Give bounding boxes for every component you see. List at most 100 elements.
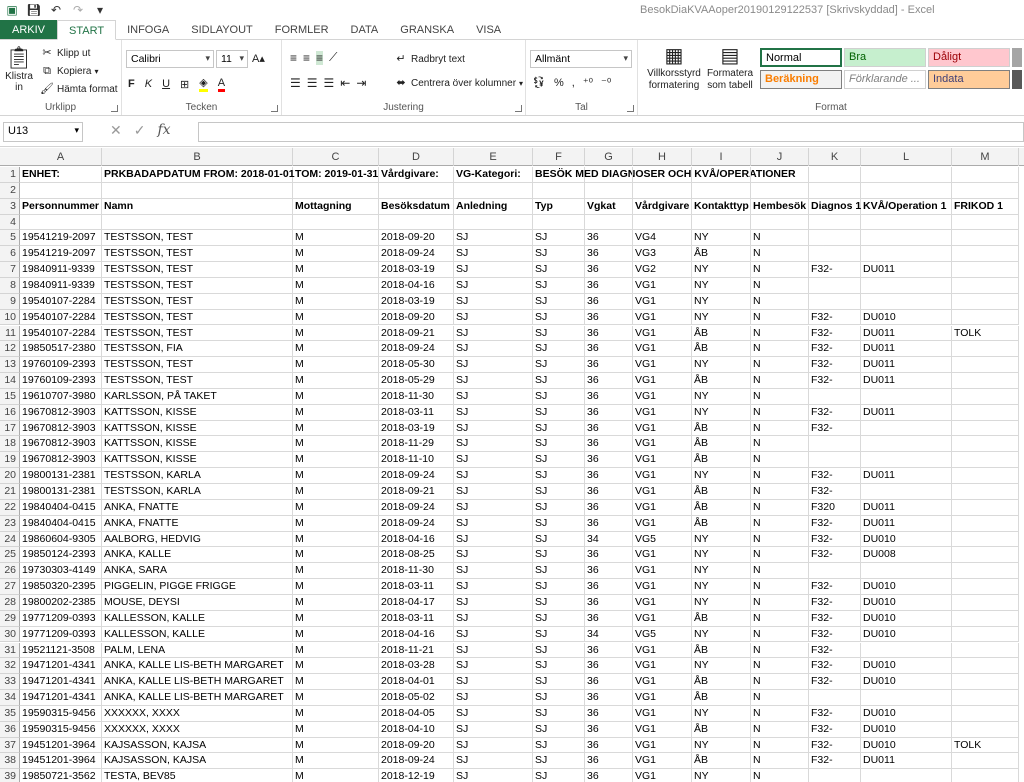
column-header-f[interactable]: F — [533, 148, 585, 166]
cell-c24[interactable]: M — [293, 531, 379, 548]
row-header[interactable]: 23 — [0, 515, 20, 532]
cell-h18[interactable]: VG1 — [633, 436, 692, 453]
cell-f35[interactable]: SJ — [533, 705, 585, 722]
cell-j14[interactable]: N — [751, 373, 809, 389]
cell-m33[interactable] — [952, 674, 1019, 691]
align-bottom-icon[interactable]: ≡ — [316, 50, 324, 65]
cell-c22[interactable]: M — [293, 499, 379, 516]
cell-c29[interactable]: M — [293, 610, 379, 627]
cell-i1[interactable] — [692, 167, 751, 183]
paste-button[interactable]: 📋︎ Klistra in — [4, 46, 34, 94]
cell-c4[interactable] — [293, 214, 379, 231]
cell-a4[interactable] — [20, 214, 102, 231]
column-header-c[interactable]: C — [293, 148, 379, 166]
cell-e35[interactable]: SJ — [454, 705, 533, 722]
cell-k11[interactable]: F32- — [809, 325, 861, 342]
cell-k24[interactable]: F32- — [809, 531, 861, 548]
cell-j36[interactable]: N — [751, 721, 809, 738]
cell-m15[interactable] — [952, 388, 1019, 405]
cell-e14[interactable]: SJ — [454, 373, 533, 389]
cell-l18[interactable] — [861, 436, 952, 453]
row-header[interactable]: 28 — [0, 594, 20, 611]
cell-h7[interactable]: VG2 — [633, 262, 692, 278]
cell-l1[interactable] — [861, 167, 952, 183]
cell-g38[interactable]: 36 — [585, 753, 633, 770]
row-header[interactable]: 7 — [0, 262, 20, 278]
cell-k16[interactable]: F32- — [809, 404, 861, 421]
cell-j26[interactable]: N — [751, 563, 809, 580]
cell-b10[interactable]: TESTSSON, TEST — [102, 309, 293, 326]
font-size-select[interactable]: 11 — [216, 50, 248, 68]
cell-g14[interactable]: 36 — [585, 373, 633, 389]
cell-c10[interactable]: M — [293, 309, 379, 326]
cell-m20[interactable] — [952, 468, 1019, 484]
cell-c13[interactable]: M — [293, 357, 379, 374]
customize-qat-icon[interactable]: ▾ — [92, 2, 108, 18]
cell-j10[interactable]: N — [751, 309, 809, 326]
row-header[interactable]: 29 — [0, 610, 20, 627]
cell-g16[interactable]: 36 — [585, 404, 633, 421]
cell-e26[interactable]: SJ — [454, 563, 533, 580]
cell-e7[interactable]: SJ — [454, 262, 533, 278]
cell-b29[interactable]: KALLESSON, KALLE — [102, 610, 293, 627]
cell-a35[interactable]: 19590315-9456 — [20, 705, 102, 722]
row-header[interactable]: 13 — [0, 357, 20, 374]
cell-i17[interactable]: ÅB — [692, 420, 751, 437]
cell-d24[interactable]: 2018-04-16 — [379, 531, 454, 548]
cell-g8[interactable]: 36 — [585, 277, 633, 294]
cell-f34[interactable]: SJ — [533, 690, 585, 706]
cell-l21[interactable] — [861, 484, 952, 500]
cell-b17[interactable]: KATTSSON, KISSE — [102, 420, 293, 437]
cell-l31[interactable] — [861, 642, 952, 659]
cell-l33[interactable]: DU010 — [861, 674, 952, 691]
style-bad[interactable]: Dåligt — [928, 48, 1010, 67]
cell-d19[interactable]: 2018-11-10 — [379, 452, 454, 469]
cell-k8[interactable] — [809, 277, 861, 294]
cell-l23[interactable]: DU011 — [861, 515, 952, 532]
cell-k25[interactable]: F32- — [809, 547, 861, 564]
cell-b32[interactable]: ANKA, KALLE LIS-BETH MARGARET — [102, 658, 293, 675]
redo-icon[interactable]: ↷ — [70, 2, 86, 18]
cell-k5[interactable] — [809, 230, 861, 247]
cell-g19[interactable]: 36 — [585, 452, 633, 469]
cell-g13[interactable]: 36 — [585, 357, 633, 374]
cell-c34[interactable]: M — [293, 690, 379, 706]
cell-g4[interactable] — [585, 214, 633, 231]
row-header[interactable]: 32 — [0, 658, 20, 675]
cell-g31[interactable]: 36 — [585, 642, 633, 659]
cell-e17[interactable]: SJ — [454, 420, 533, 437]
cell-j9[interactable]: N — [751, 293, 809, 310]
cell-k32[interactable]: F32- — [809, 658, 861, 675]
cell-g34[interactable]: 36 — [585, 690, 633, 706]
cell-g29[interactable]: 36 — [585, 610, 633, 627]
cell-d25[interactable]: 2018-08-25 — [379, 547, 454, 564]
cell-j4[interactable] — [751, 214, 809, 231]
cell-l12[interactable]: DU011 — [861, 341, 952, 358]
cell-d6[interactable]: 2018-09-24 — [379, 246, 454, 263]
cell-d31[interactable]: 2018-11-21 — [379, 642, 454, 659]
cell-i28[interactable]: NY — [692, 594, 751, 611]
cell-k1[interactable] — [809, 167, 861, 183]
cell-b14[interactable]: TESTSSON, TEST — [102, 373, 293, 389]
cell-l17[interactable] — [861, 420, 952, 437]
cell-b28[interactable]: MOUSE, DEYSI — [102, 594, 293, 611]
cell-e32[interactable]: SJ — [454, 658, 533, 675]
cell-d35[interactable]: 2018-04-05 — [379, 705, 454, 722]
indent-decrease-icon[interactable]: ⇤ — [340, 76, 350, 90]
cell-i19[interactable]: ÅB — [692, 452, 751, 469]
cell-i33[interactable]: ÅB — [692, 674, 751, 691]
cell-b24[interactable]: AALBORG, HEDVIG — [102, 531, 293, 548]
number-launcher-icon[interactable] — [627, 105, 634, 112]
cell-i15[interactable]: NY — [692, 388, 751, 405]
border-icon[interactable]: ⊞ — [180, 78, 189, 91]
cell-c3[interactable]: Mottagning — [293, 198, 379, 215]
tab-view[interactable]: VISA — [465, 20, 512, 40]
cell-i18[interactable]: ÅB — [692, 436, 751, 453]
cell-h10[interactable]: VG1 — [633, 309, 692, 326]
cell-g33[interactable]: 36 — [585, 674, 633, 691]
cell-a23[interactable]: 19840404-0415 — [20, 515, 102, 532]
cell-j25[interactable]: N — [751, 547, 809, 564]
cell-b30[interactable]: KALLESSON, KALLE — [102, 626, 293, 643]
row-header[interactable]: 22 — [0, 499, 20, 516]
cell-d36[interactable]: 2018-04-10 — [379, 721, 454, 738]
